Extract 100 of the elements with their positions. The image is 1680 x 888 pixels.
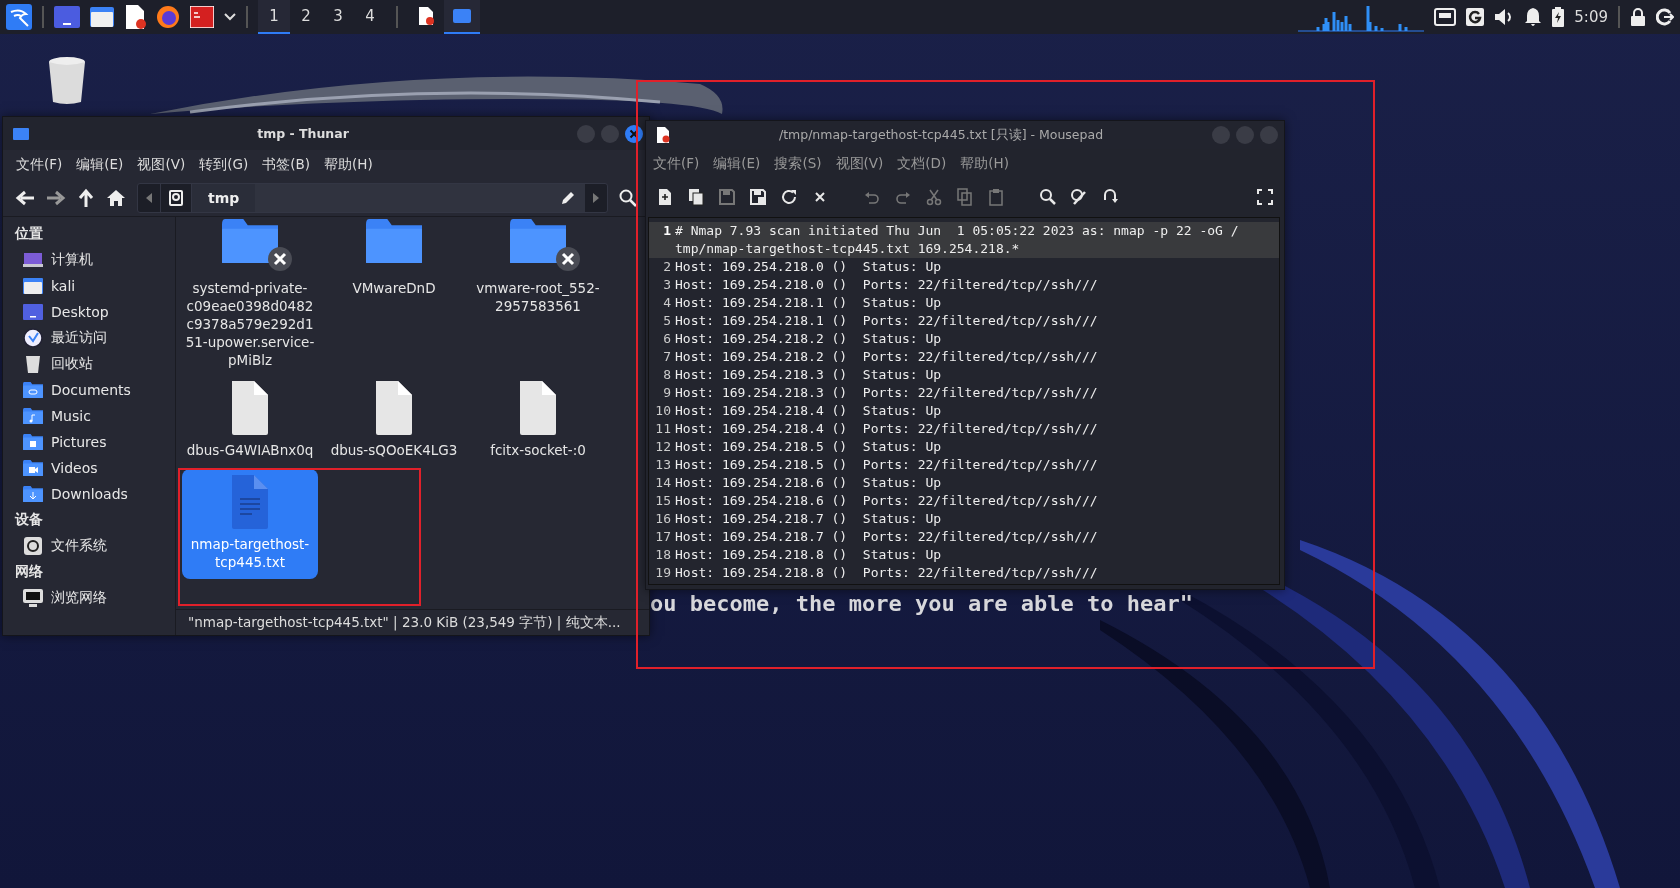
line-number: 18 xyxy=(654,546,672,564)
forward-arrow-icon[interactable] xyxy=(46,189,66,207)
menu-item[interactable]: 文档(D) xyxy=(892,153,952,175)
file-item[interactable]: dbus-sQOoEK4LG3 xyxy=(326,379,462,467)
sidebar-item[interactable]: Music xyxy=(51,408,91,424)
sidebar-item[interactable]: 回收站 xyxy=(51,355,93,373)
code-line: Host: 169.254.218.5 () Ports: 22/filtered/tcp//ssh/// xyxy=(675,456,1099,474)
line-number: 3 xyxy=(662,276,672,294)
battery-icon[interactable] xyxy=(1552,7,1565,27)
line-number: 17 xyxy=(654,528,672,546)
code-line: Host: 169.254.218.1 () Ports: 22/filtered/tcp//ssh/// xyxy=(675,312,1099,330)
code-line: Host: 169.254.218.0 () Ports: 22/filtered/tcp//ssh/// xyxy=(675,276,1099,294)
new-window-icon[interactable] xyxy=(687,188,705,206)
reload-icon[interactable] xyxy=(780,188,798,206)
file-item[interactable]: vmware-root_552-2957583561 xyxy=(470,217,606,377)
folder-icon xyxy=(23,486,43,502)
code-line: Host: 169.254.218.2 () Status: Up xyxy=(675,330,943,348)
sidebar-item[interactable]: Documents xyxy=(51,382,131,398)
menu-item[interactable]: 搜索(S) xyxy=(769,153,827,175)
sidebar-item[interactable]: 最近访问 xyxy=(51,329,107,347)
workspace-button[interactable]: 2 xyxy=(290,0,322,34)
file-item[interactable]: VMwareDnD xyxy=(326,217,462,377)
code-line: Host: 169.254.218.6 () Ports: 22/filtered/tcp//ssh/// xyxy=(675,492,1099,510)
menu-item[interactable]: 转到(G) xyxy=(194,154,254,176)
sidebar-item[interactable]: Videos xyxy=(51,460,98,476)
file-item[interactable]: dbus-G4WIABnx0q xyxy=(182,379,318,467)
up-arrow-icon[interactable] xyxy=(77,188,95,208)
workspace-button[interactable]: 1 xyxy=(258,0,290,34)
terminal-icon[interactable] xyxy=(190,6,214,28)
sidebar-item[interactable]: 计算机 xyxy=(51,251,93,269)
save-as-icon[interactable] xyxy=(749,188,767,206)
code-line: Host: 169.254.218.4 () Status: Up xyxy=(675,402,943,420)
line-number: 6 xyxy=(662,330,672,348)
code-line: # Nmap 7.93 scan initiated Thu Jun 1 05:05:22 2023 as: nmap -p 22 -oG /tmp/nmap-targethost-tcp445.txt 169.254.218.* xyxy=(675,222,1240,258)
line-number: 7 xyxy=(662,348,672,366)
bell-icon[interactable] xyxy=(1524,7,1543,27)
network-icon[interactable] xyxy=(1434,8,1457,26)
folder-icon xyxy=(453,9,471,23)
line-number: 12 xyxy=(654,438,672,456)
menu-item[interactable]: 文件(F) xyxy=(11,154,68,176)
line-number: 19 xyxy=(654,564,672,582)
file-item[interactable]: nmap-targethost-tcp445.txt xyxy=(182,469,318,579)
menu-item[interactable]: 视图(V) xyxy=(830,153,889,175)
search-icon[interactable] xyxy=(1039,188,1057,206)
menu-item[interactable]: 帮助(H) xyxy=(955,153,1014,175)
file-item[interactable]: systemd-private-c09eae0398d0482c9378a579e292d151-upower.service-pMiBlz xyxy=(182,217,318,377)
folder-icon xyxy=(23,304,43,320)
file-item[interactable]: fcitx-socket-:0 xyxy=(470,379,606,467)
sidebar-item[interactable]: 浏览网络 xyxy=(51,589,107,607)
trash-icon[interactable] xyxy=(48,56,86,104)
line-number: 4 xyxy=(662,294,672,312)
menu-item[interactable]: 编辑(E) xyxy=(71,154,129,176)
lock-icon[interactable] xyxy=(1630,8,1646,26)
monitor-icon xyxy=(23,589,43,607)
code-line: Host: 169.254.218.5 () Status: Up xyxy=(675,438,943,456)
home-icon[interactable] xyxy=(106,189,126,207)
menu-item[interactable]: 文件(F) xyxy=(648,153,705,175)
text-editor-icon xyxy=(656,127,670,143)
code-line: Host: 169.254.218.3 () Status: Up xyxy=(675,366,943,384)
g-letter-icon[interactable] xyxy=(1466,8,1485,26)
folder-icon xyxy=(13,127,29,140)
menu-item[interactable]: 书签(B) xyxy=(257,154,315,176)
back-arrow-icon[interactable] xyxy=(15,189,35,207)
sidebar-item[interactable]: 文件系统 xyxy=(51,537,107,555)
sidebar-heading: 设备 xyxy=(15,510,44,529)
workspace-button[interactable]: 4 xyxy=(354,0,386,34)
folder-icon xyxy=(23,382,43,398)
caret-icon[interactable] xyxy=(224,13,236,21)
window-title: /tmp/nmap-targethost-tcp445.txt [只读] - Mousepad xyxy=(777,126,1105,144)
clock[interactable]: 5:09 xyxy=(1574,8,1608,26)
line-number: 1 xyxy=(662,222,672,240)
new-document-icon[interactable] xyxy=(656,188,674,206)
status-bar: "nmap-targethost-tcp445.txt" | 23.0 KiB (23,549 字节) | 纯文本... xyxy=(176,609,649,635)
code-line: Host: 169.254.218.4 () Ports: 22/filtered/tcp//ssh/// xyxy=(675,420,1099,438)
logout-icon[interactable] xyxy=(1656,8,1674,26)
kali-menu-icon[interactable] xyxy=(6,4,32,30)
folder-icon xyxy=(23,434,43,450)
line-number: 2 xyxy=(662,258,672,276)
sidebar-item[interactable]: Downloads xyxy=(51,486,128,502)
laptop-icon xyxy=(23,252,43,268)
sidebar-item[interactable]: kali xyxy=(51,278,76,294)
sidebar-heading: 网络 xyxy=(15,562,44,581)
workspace-button[interactable]: 3 xyxy=(322,0,354,34)
menu-item[interactable]: 视图(V) xyxy=(132,154,191,176)
sidebar-item[interactable]: Desktop xyxy=(51,304,109,320)
replace-icon[interactable] xyxy=(1070,188,1088,206)
trash-icon xyxy=(23,354,43,374)
menu-item[interactable]: 帮助(H) xyxy=(318,154,378,176)
sidebar-item[interactable]: Pictures xyxy=(51,434,107,450)
desktop-icon[interactable] xyxy=(54,6,80,28)
folder-icon xyxy=(23,460,43,476)
fullscreen-icon[interactable] xyxy=(1256,188,1274,206)
menu-item[interactable]: 编辑(E) xyxy=(708,153,766,175)
line-number: 16 xyxy=(654,510,672,528)
folder-icon[interactable] xyxy=(90,7,114,27)
text-editor-icon[interactable] xyxy=(124,5,146,29)
search-icon[interactable] xyxy=(619,189,637,207)
text-editor-icon xyxy=(418,7,434,25)
code-line: Host: 169.254.218.7 () Status: Up xyxy=(675,510,943,528)
wallpaper-quote: ou become, the more you are able to hear" xyxy=(650,591,1194,616)
